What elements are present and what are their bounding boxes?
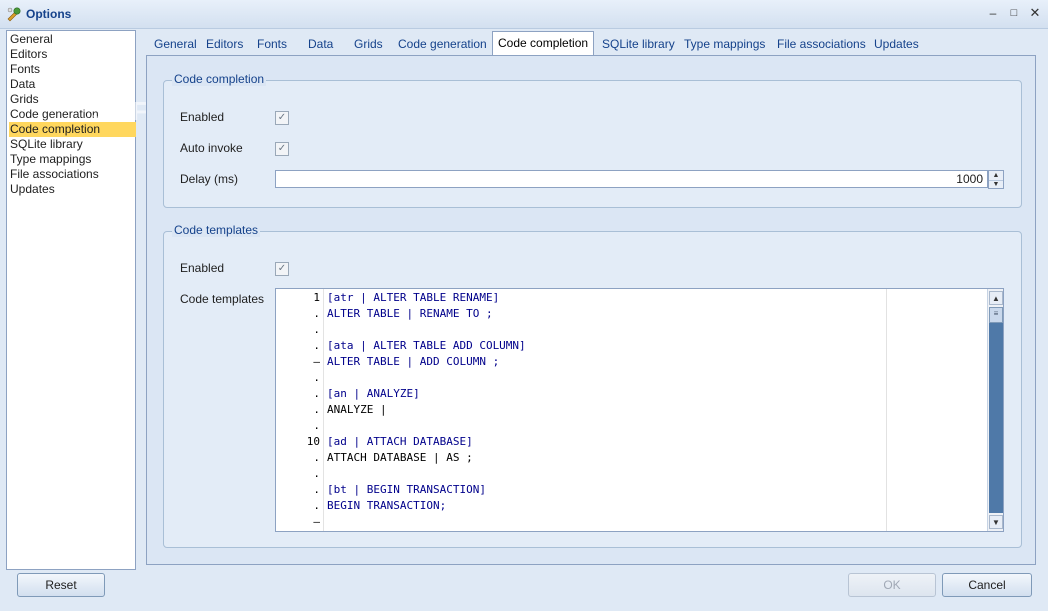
title-bar: Options – □ ✕ bbox=[0, 0, 1048, 29]
tab-code-generation[interactable]: Code generation bbox=[398, 34, 487, 54]
scroll-up-icon[interactable]: ▲ bbox=[989, 291, 1003, 305]
line-number: – bbox=[313, 515, 320, 528]
nav-item-updates[interactable]: Updates bbox=[9, 182, 136, 197]
scroll-track[interactable] bbox=[989, 323, 1003, 513]
nav-item-general[interactable]: General bbox=[9, 32, 136, 47]
delay-label: Delay (ms) bbox=[180, 172, 239, 186]
minimize-button[interactable]: – bbox=[984, 4, 1002, 22]
vertical-scrollbar[interactable]: ▲ ≡ ▼ bbox=[987, 289, 1003, 531]
nav-item-fonts[interactable]: Fonts bbox=[9, 62, 136, 77]
nav-item-data[interactable]: Data bbox=[9, 77, 136, 92]
auto-invoke-checkbox[interactable]: ✓ bbox=[275, 142, 289, 156]
line-number: 10 bbox=[306, 435, 320, 448]
reset-button[interactable]: Reset bbox=[17, 573, 105, 597]
code-line[interactable]: ANALYZE | bbox=[327, 402, 387, 418]
nav-item-file-associations[interactable]: File associations bbox=[9, 167, 136, 182]
code-completion-group bbox=[163, 80, 1022, 208]
delay-input[interactable]: 1000 bbox=[275, 170, 988, 188]
check-icon: ✓ bbox=[277, 112, 287, 123]
line-number-gutter: 1... –.... 10.... – bbox=[276, 289, 324, 531]
tab-editors[interactable]: Editors bbox=[206, 34, 243, 54]
code-completion-group-title: Code completion bbox=[172, 72, 267, 86]
auto-invoke-label: Auto invoke bbox=[180, 141, 243, 155]
maximize-button[interactable]: □ bbox=[1005, 4, 1023, 22]
ct-enabled-label: Enabled bbox=[180, 261, 225, 275]
code-line[interactable]: [an | ANALYZE] bbox=[327, 386, 420, 402]
line-number: . bbox=[313, 371, 320, 384]
code-templates-group-title: Code templates bbox=[172, 223, 261, 237]
ok-button[interactable]: OK bbox=[848, 573, 936, 597]
code-line[interactable]: [bt | BEGIN TRANSACTION] bbox=[327, 482, 486, 498]
ct-enabled-checkbox[interactable]: ✓ bbox=[275, 262, 289, 276]
line-number: – bbox=[313, 355, 320, 368]
tab-type-mappings[interactable]: Type mappings bbox=[684, 34, 765, 54]
tab-general[interactable]: General bbox=[154, 34, 197, 54]
scroll-down-icon[interactable]: ▼ bbox=[989, 515, 1003, 529]
line-number: . bbox=[313, 467, 320, 480]
window-title: Options bbox=[26, 7, 72, 21]
nav-item-type-mappings[interactable]: Type mappings bbox=[9, 152, 136, 167]
tab-grids[interactable]: Grids bbox=[354, 34, 383, 54]
tab-sqlite-library[interactable]: SQLite library bbox=[602, 34, 675, 54]
tab-code-completion[interactable]: Code completion bbox=[492, 31, 595, 55]
delay-spinner[interactable]: ▲ ▼ bbox=[988, 170, 1004, 189]
line-number: . bbox=[313, 483, 320, 496]
tab-data[interactable]: Data bbox=[308, 34, 333, 54]
line-number: . bbox=[313, 403, 320, 416]
line-number: . bbox=[313, 451, 320, 464]
line-number: . bbox=[313, 387, 320, 400]
tab-strip: General Editors Fonts Data Grids Code ge… bbox=[146, 31, 1036, 55]
nav-item-editors[interactable]: Editors bbox=[9, 47, 136, 62]
right-margin-line bbox=[886, 289, 887, 531]
scroll-thumb[interactable]: ≡ bbox=[989, 307, 1003, 323]
tab-updates[interactable]: Updates bbox=[874, 34, 919, 54]
line-number: . bbox=[313, 339, 320, 352]
code-templates-label: Code templates bbox=[180, 292, 265, 306]
code-line[interactable]: ALTER TABLE | ADD COLUMN ; bbox=[327, 354, 499, 370]
check-icon: ✓ bbox=[277, 263, 287, 274]
code-line[interactable]: [atr | ALTER TABLE RENAME] bbox=[327, 290, 499, 306]
code-line[interactable]: ALTER TABLE | RENAME TO ; bbox=[327, 306, 493, 322]
line-number: . bbox=[313, 307, 320, 320]
code-templates-editor[interactable]: 1... –.... 10.... – [atr | ALTER TABLE RENA… bbox=[275, 288, 1004, 532]
code-line[interactable]: ATTACH DATABASE | AS ; bbox=[327, 450, 473, 466]
code-line[interactable]: [ata | ALTER TABLE ADD COLUMN] bbox=[327, 338, 526, 354]
check-icon: ✓ bbox=[277, 143, 287, 154]
cc-enabled-label: Enabled bbox=[180, 110, 225, 124]
cc-enabled-checkbox[interactable]: ✓ bbox=[275, 111, 289, 125]
code-line[interactable]: BEGIN TRANSACTION; bbox=[327, 498, 446, 514]
app-icon bbox=[7, 7, 21, 22]
nav-item-sqlite-library[interactable]: SQLite library bbox=[9, 137, 136, 152]
line-number: . bbox=[313, 499, 320, 512]
cancel-button[interactable]: Cancel bbox=[942, 573, 1032, 597]
close-button[interactable]: ✕ bbox=[1026, 4, 1044, 22]
line-number: 1 bbox=[313, 291, 320, 304]
spin-down-icon[interactable]: ▼ bbox=[989, 180, 1003, 189]
line-number: . bbox=[313, 323, 320, 336]
code-line[interactable]: [ad | ATTACH DATABASE] bbox=[327, 434, 473, 450]
line-number: . bbox=[313, 419, 320, 432]
tab-fonts[interactable]: Fonts bbox=[257, 34, 287, 54]
tab-file-associations[interactable]: File associations bbox=[777, 34, 866, 54]
